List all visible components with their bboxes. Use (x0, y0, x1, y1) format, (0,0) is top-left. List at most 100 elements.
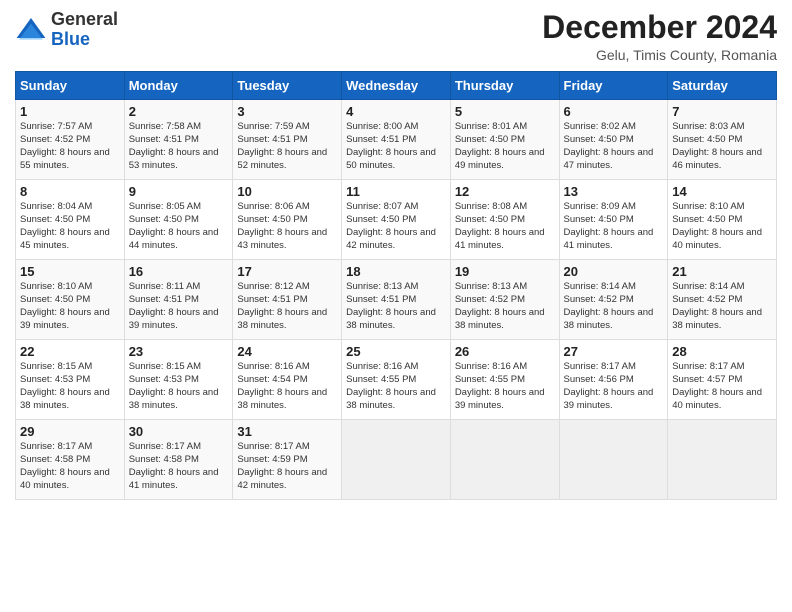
day-info: Sunrise: 8:13 AMSunset: 4:51 PMDaylight:… (346, 281, 446, 332)
day-number: 28 (672, 344, 772, 359)
calendar-cell (450, 420, 559, 500)
day-info: Sunrise: 8:14 AMSunset: 4:52 PMDaylight:… (564, 281, 664, 332)
calendar-cell: 11 Sunrise: 8:07 AMSunset: 4:50 PMDayligh… (342, 180, 451, 260)
day-number: 3 (237, 104, 337, 119)
day-number: 7 (672, 104, 772, 119)
day-number: 25 (346, 344, 446, 359)
logo-blue: Blue (51, 29, 90, 49)
calendar-table: SundayMondayTuesdayWednesdayThursdayFrid… (15, 71, 777, 500)
calendar-week-2: 8 Sunrise: 8:04 AMSunset: 4:50 PMDaylight… (16, 180, 777, 260)
logo-icon (15, 14, 47, 46)
day-number: 17 (237, 264, 337, 279)
day-number: 16 (129, 264, 229, 279)
calendar-cell: 19 Sunrise: 8:13 AMSunset: 4:52 PMDayligh… (450, 260, 559, 340)
day-info: Sunrise: 8:15 AMSunset: 4:53 PMDaylight:… (129, 361, 229, 412)
day-info: Sunrise: 8:10 AMSunset: 4:50 PMDaylight:… (20, 281, 120, 332)
calendar-cell: 9 Sunrise: 8:05 AMSunset: 4:50 PMDaylight… (124, 180, 233, 260)
calendar-cell: 15Sunrise: 8:10 AMSunset: 4:50 PMDayligh… (16, 260, 125, 340)
calendar-cell: 25 Sunrise: 8:16 AMSunset: 4:55 PMDayligh… (342, 340, 451, 420)
calendar-header: SundayMondayTuesdayWednesdayThursdayFrid… (16, 72, 777, 100)
day-info: Sunrise: 8:14 AMSunset: 4:52 PMDaylight:… (672, 281, 772, 332)
weekday-header-sunday: Sunday (16, 72, 125, 100)
weekday-row: SundayMondayTuesdayWednesdayThursdayFrid… (16, 72, 777, 100)
calendar-body: 1 Sunrise: 7:57 AMSunset: 4:52 PMDaylight… (16, 100, 777, 500)
day-info: Sunrise: 8:11 AMSunset: 4:51 PMDaylight:… (129, 281, 229, 332)
day-info: Sunrise: 8:17 AMSunset: 4:56 PMDaylight:… (564, 361, 664, 412)
calendar-cell: 2Sunrise: 7:58 AMSunset: 4:51 PMDaylight… (124, 100, 233, 180)
calendar-cell: 29Sunrise: 8:17 AMSunset: 4:58 PMDayligh… (16, 420, 125, 500)
calendar-week-4: 22 Sunrise: 8:15 AMSunset: 4:53 PMDayligh… (16, 340, 777, 420)
weekday-header-saturday: Saturday (668, 72, 777, 100)
calendar-cell: 3 Sunrise: 7:59 AMSunset: 4:51 PMDaylight… (233, 100, 342, 180)
day-info: Sunrise: 8:01 AMSunset: 4:50 PMDaylight:… (455, 121, 555, 172)
day-number: 6 (564, 104, 664, 119)
calendar-cell: 17 Sunrise: 8:12 AMSunset: 4:51 PMDayligh… (233, 260, 342, 340)
day-info: Sunrise: 8:05 AMSunset: 4:50 PMDaylight:… (129, 201, 229, 252)
day-number: 5 (455, 104, 555, 119)
calendar-cell (342, 420, 451, 500)
title-section: December 2024 Gelu, Timis County, Romani… (542, 10, 777, 63)
page-header: General Blue December 2024 Gelu, Timis C… (15, 10, 777, 63)
calendar-cell: 16 Sunrise: 8:11 AMSunset: 4:51 PMDayligh… (124, 260, 233, 340)
day-info: Sunrise: 8:17 AMSunset: 4:59 PMDaylight:… (237, 441, 337, 492)
day-number: 30 (129, 424, 229, 439)
day-info: Sunrise: 8:16 AMSunset: 4:54 PMDaylight:… (237, 361, 337, 412)
day-info: Sunrise: 8:04 AMSunset: 4:50 PMDaylight:… (20, 201, 120, 252)
day-info: Sunrise: 7:57 AMSunset: 4:52 PMDaylight:… (20, 121, 120, 172)
logo-text: General Blue (51, 10, 118, 50)
weekday-header-wednesday: Wednesday (342, 72, 451, 100)
day-number: 31 (237, 424, 337, 439)
calendar-cell: 12 Sunrise: 8:08 AMSunset: 4:50 PMDayligh… (450, 180, 559, 260)
day-info: Sunrise: 8:15 AMSunset: 4:53 PMDaylight:… (20, 361, 120, 412)
calendar-cell: 27 Sunrise: 8:17 AMSunset: 4:56 PMDayligh… (559, 340, 668, 420)
calendar-cell: 23 Sunrise: 8:15 AMSunset: 4:53 PMDayligh… (124, 340, 233, 420)
day-info: Sunrise: 8:17 AMSunset: 4:58 PMDaylight:… (20, 441, 120, 492)
day-info: Sunrise: 8:08 AMSunset: 4:50 PMDaylight:… (455, 201, 555, 252)
day-number: 23 (129, 344, 229, 359)
day-number: 19 (455, 264, 555, 279)
calendar-cell: 6Sunrise: 8:02 AMSunset: 4:50 PMDaylight… (559, 100, 668, 180)
day-info: Sunrise: 8:06 AMSunset: 4:50 PMDaylight:… (237, 201, 337, 252)
day-number: 27 (564, 344, 664, 359)
logo: General Blue (15, 10, 118, 50)
calendar-week-3: 15Sunrise: 8:10 AMSunset: 4:50 PMDayligh… (16, 260, 777, 340)
calendar-cell: 13 Sunrise: 8:09 AMSunset: 4:50 PMDayligh… (559, 180, 668, 260)
day-number: 24 (237, 344, 337, 359)
day-info: Sunrise: 7:58 AMSunset: 4:51 PMDaylight:… (129, 121, 229, 172)
day-info: Sunrise: 8:09 AMSunset: 4:50 PMDaylight:… (564, 201, 664, 252)
weekday-header-friday: Friday (559, 72, 668, 100)
day-info: Sunrise: 8:07 AMSunset: 4:50 PMDaylight:… (346, 201, 446, 252)
day-info: Sunrise: 8:12 AMSunset: 4:51 PMDaylight:… (237, 281, 337, 332)
weekday-header-monday: Monday (124, 72, 233, 100)
day-info: Sunrise: 8:17 AMSunset: 4:57 PMDaylight:… (672, 361, 772, 412)
weekday-header-thursday: Thursday (450, 72, 559, 100)
calendar-cell: 5 Sunrise: 8:01 AMSunset: 4:50 PMDaylight… (450, 100, 559, 180)
calendar-cell: 7 Sunrise: 8:03 AMSunset: 4:50 PMDaylight… (668, 100, 777, 180)
day-number: 22 (20, 344, 120, 359)
day-number: 8 (20, 184, 120, 199)
calendar-week-5: 29Sunrise: 8:17 AMSunset: 4:58 PMDayligh… (16, 420, 777, 500)
day-info: Sunrise: 8:03 AMSunset: 4:50 PMDaylight:… (672, 121, 772, 172)
calendar-cell: 18Sunrise: 8:13 AMSunset: 4:51 PMDayligh… (342, 260, 451, 340)
weekday-header-tuesday: Tuesday (233, 72, 342, 100)
day-number: 13 (564, 184, 664, 199)
day-info: Sunrise: 8:16 AMSunset: 4:55 PMDaylight:… (346, 361, 446, 412)
calendar-week-1: 1 Sunrise: 7:57 AMSunset: 4:52 PMDaylight… (16, 100, 777, 180)
day-info: Sunrise: 7:59 AMSunset: 4:51 PMDaylight:… (237, 121, 337, 172)
day-info: Sunrise: 8:13 AMSunset: 4:52 PMDaylight:… (455, 281, 555, 332)
subtitle: Gelu, Timis County, Romania (542, 47, 777, 63)
day-number: 11 (346, 184, 446, 199)
calendar-cell: 4Sunrise: 8:00 AMSunset: 4:51 PMDaylight… (342, 100, 451, 180)
calendar-cell: 26Sunrise: 8:16 AMSunset: 4:55 PMDayligh… (450, 340, 559, 420)
day-number: 26 (455, 344, 555, 359)
day-info: Sunrise: 8:00 AMSunset: 4:51 PMDaylight:… (346, 121, 446, 172)
day-number: 9 (129, 184, 229, 199)
calendar-cell: 1 Sunrise: 7:57 AMSunset: 4:52 PMDaylight… (16, 100, 125, 180)
day-info: Sunrise: 8:10 AMSunset: 4:50 PMDaylight:… (672, 201, 772, 252)
day-number: 10 (237, 184, 337, 199)
logo-general: General (51, 9, 118, 29)
calendar-cell: 14Sunrise: 8:10 AMSunset: 4:50 PMDayligh… (668, 180, 777, 260)
day-number: 12 (455, 184, 555, 199)
calendar-cell: 30Sunrise: 8:17 AMSunset: 4:58 PMDayligh… (124, 420, 233, 500)
day-number: 1 (20, 104, 120, 119)
